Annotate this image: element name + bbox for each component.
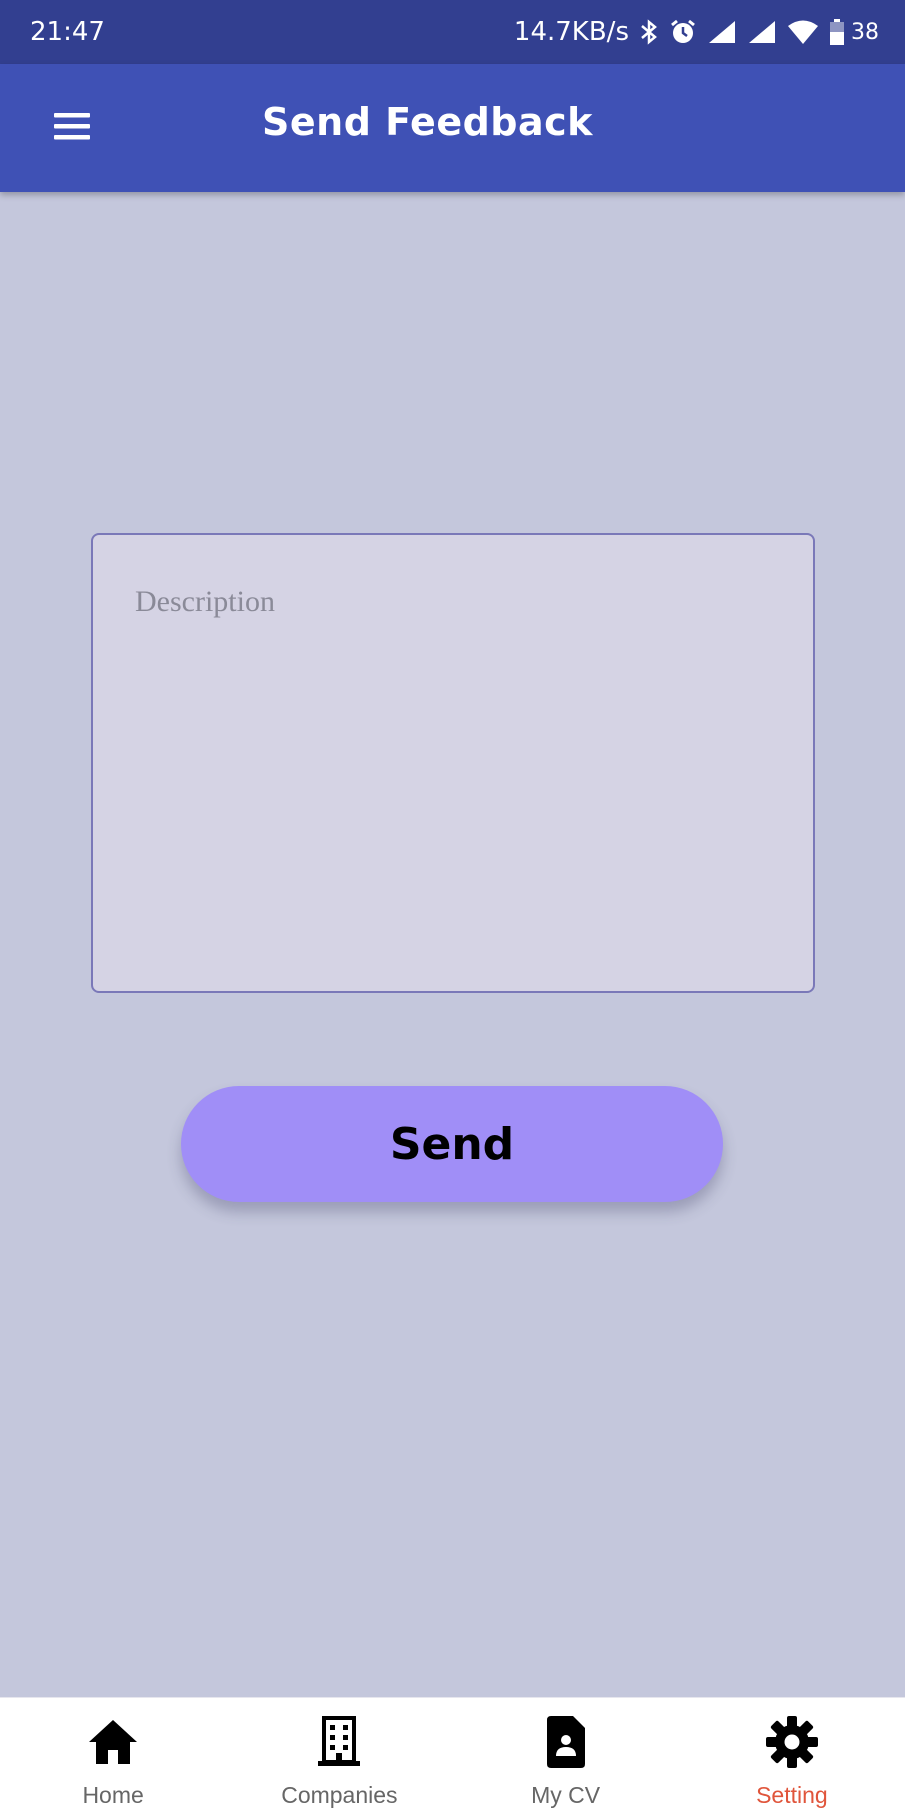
building-icon xyxy=(316,1712,362,1772)
description-field[interactable] xyxy=(91,533,815,993)
bottom-navigation: Home Companies My CV Setting xyxy=(0,1697,905,1811)
status-icons: 14.7KB/s 38 xyxy=(514,17,879,47)
home-icon xyxy=(85,1712,141,1772)
page-title: Send Feedback xyxy=(262,100,593,144)
send-button[interactable]: Send xyxy=(181,1086,723,1202)
network-speed: 14.7KB/s xyxy=(513,17,629,47)
nav-label-my-cv: My CV xyxy=(531,1782,601,1808)
status-time: 21:47 xyxy=(30,17,105,47)
gear-icon xyxy=(764,1712,820,1772)
nav-label-setting: Setting xyxy=(756,1782,828,1808)
battery-level: 38 xyxy=(851,19,879,45)
battery-icon xyxy=(829,18,845,46)
nav-label-companies: Companies xyxy=(281,1782,398,1808)
cv-document-icon xyxy=(543,1712,589,1772)
wifi-icon xyxy=(787,19,819,45)
nav-item-setting[interactable]: Setting xyxy=(679,1698,905,1811)
bluetooth-icon xyxy=(639,19,659,45)
alarm-icon xyxy=(669,18,697,46)
nav-item-home[interactable]: Home xyxy=(0,1698,226,1811)
nav-item-companies[interactable]: Companies xyxy=(226,1698,452,1811)
nav-item-my-cv[interactable]: My CV xyxy=(453,1698,679,1811)
signal-icon xyxy=(747,19,777,45)
nav-label-home: Home xyxy=(82,1782,144,1808)
app-bar: Send Feedback xyxy=(0,64,905,192)
menu-button[interactable] xyxy=(40,98,104,158)
hamburger-menu-icon xyxy=(52,110,92,147)
status-bar: 21:47 14.7KB/s 38 xyxy=(0,0,905,64)
signal-icon xyxy=(707,19,737,45)
